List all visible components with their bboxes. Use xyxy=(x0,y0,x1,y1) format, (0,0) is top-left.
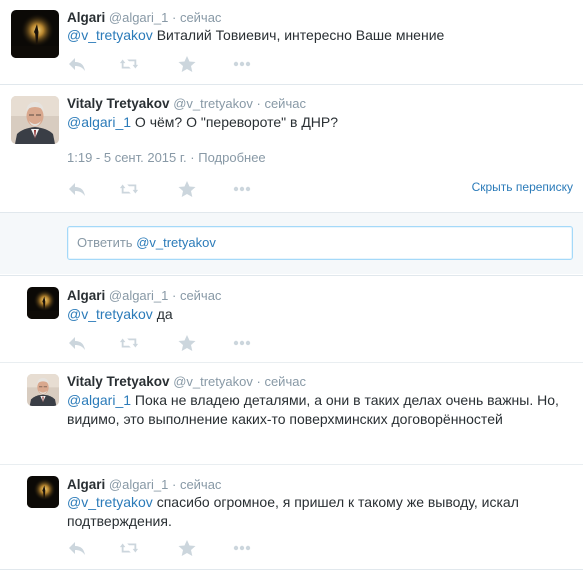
fullname[interactable]: Algari xyxy=(67,10,105,25)
mention-link[interactable]: @v_tretyakov xyxy=(67,306,153,322)
tweet-tretyakov-1[interactable]: Vitaly Tretyakov @v_tretyakov · сейчас @… xyxy=(0,85,583,212)
reply-icon[interactable] xyxy=(67,334,87,352)
timestamp[interactable]: сейчас xyxy=(264,374,306,389)
screen-name[interactable]: @algari_1 xyxy=(109,288,168,303)
fullname[interactable]: Algari xyxy=(67,477,105,492)
tweet-text: @algari_1 О чём? О "перевороте" в ДНР? xyxy=(67,113,338,132)
avatar[interactable] xyxy=(11,10,59,58)
favorite-icon[interactable] xyxy=(177,55,197,73)
avatar[interactable] xyxy=(27,476,59,508)
reply-icon[interactable] xyxy=(67,55,87,73)
tweet-meta: 1:19 - 5 сент. 2015 г. · Подробнее xyxy=(67,150,266,165)
tweet-body: Виталий Товиевич, интересно Ваше мнение xyxy=(152,27,445,43)
fullname[interactable]: Vitaly Tretyakov xyxy=(67,374,170,389)
tweet-actions xyxy=(67,55,267,73)
reply-tretyakov-1[interactable]: Vitaly Tretyakov @v_tretyakov · сейчас @… xyxy=(0,363,583,464)
screen-name[interactable]: @v_tretyakov xyxy=(173,96,253,111)
separator: · xyxy=(171,477,177,492)
tweet-body: О чём? О "перевороте" в ДНР? xyxy=(131,114,339,130)
hide-conversation-link[interactable]: Скрыть переписку xyxy=(472,180,573,194)
more-icon[interactable] xyxy=(232,539,252,557)
retweet-icon[interactable] xyxy=(119,539,139,557)
separator: · xyxy=(256,374,261,389)
tweet-header: Vitaly Tretyakov @v_tretyakov · сейчас xyxy=(67,374,306,390)
screen-name[interactable]: @v_tretyakov xyxy=(173,374,253,389)
mention-link[interactable]: @v_tretyakov xyxy=(67,27,153,43)
avatar[interactable] xyxy=(11,96,59,144)
retweet-icon[interactable] xyxy=(119,55,139,73)
timestamp[interactable]: сейчас xyxy=(180,477,222,492)
tweet-datetime: 1:19 - 5 сент. 2015 г. xyxy=(67,150,187,165)
fullname[interactable]: Vitaly Tretyakov xyxy=(67,96,170,111)
avatar[interactable] xyxy=(27,374,59,406)
tweet-header: Algari @algari_1 · сейчас xyxy=(67,288,221,304)
tweet-text: @v_tretyakov да xyxy=(67,305,173,324)
tweet-text: @v_tretyakov спасибо огромное, я пришел … xyxy=(67,493,577,531)
tweet-header: Algari @algari_1 · сейчас xyxy=(67,10,221,26)
favorite-icon[interactable] xyxy=(177,539,197,557)
retweet-icon[interactable] xyxy=(119,180,139,198)
tweet-body: да xyxy=(152,306,173,322)
tweet-text: @algari_1 Пока не владею деталями, а они… xyxy=(67,391,577,429)
separator: · xyxy=(256,96,261,111)
separator: · xyxy=(171,10,177,25)
tweet-body-line1: Пока не владею деталями, а они в таких д… xyxy=(131,392,559,408)
more-icon[interactable] xyxy=(232,180,252,198)
tweet-algari-1[interactable]: Algari @algari_1 · сейчас @v_tretyakov В… xyxy=(0,0,583,84)
reply-icon[interactable] xyxy=(67,539,87,557)
timestamp[interactable]: сейчас xyxy=(264,96,306,111)
reply-input[interactable]: Ответить @v_tretyakov xyxy=(67,226,573,260)
more-icon[interactable] xyxy=(232,55,252,73)
tweet-header: Algari @algari_1 · сейчас xyxy=(67,477,221,493)
avatar[interactable] xyxy=(27,287,59,319)
reply-icon[interactable] xyxy=(67,180,87,198)
favorite-icon[interactable] xyxy=(177,334,197,352)
timestamp[interactable]: сейчас xyxy=(180,10,222,25)
reply-algari-1[interactable]: Algari @algari_1 · сейчас @v_tretyakov д… xyxy=(0,276,583,362)
divider xyxy=(0,212,583,213)
tweet-body-line2: подтверждения. xyxy=(67,513,172,529)
mention-link[interactable]: @v_tretyakov xyxy=(67,494,153,510)
details-link[interactable]: Подробнее xyxy=(198,150,265,165)
tweet-actions xyxy=(67,539,267,557)
retweet-icon[interactable] xyxy=(119,334,139,352)
mention-link[interactable]: @algari_1 xyxy=(67,392,131,408)
tweet-body-line1: спасибо огромное, я пришел к такому же в… xyxy=(152,494,519,510)
tweet-actions xyxy=(67,334,267,352)
screen-name[interactable]: @algari_1 xyxy=(109,10,168,25)
tweet-actions xyxy=(67,180,267,198)
fullname[interactable]: Algari xyxy=(67,288,105,303)
divider xyxy=(0,569,583,570)
timestamp[interactable]: сейчас xyxy=(180,288,222,303)
separator: · xyxy=(190,150,195,165)
reply-placeholder: Ответить @v_tretyakov xyxy=(77,235,216,250)
tweet-header: Vitaly Tretyakov @v_tretyakov · сейчас xyxy=(67,96,306,112)
tweet-body-line2: видимо, это выполнение каких-то поверхми… xyxy=(67,411,503,427)
separator: · xyxy=(171,288,177,303)
mention-link[interactable]: @algari_1 xyxy=(67,114,131,130)
favorite-icon[interactable] xyxy=(177,180,197,198)
more-icon[interactable] xyxy=(232,334,252,352)
screen-name[interactable]: @algari_1 xyxy=(109,477,168,492)
tweet-text: @v_tretyakov Виталий Товиевич, интересно… xyxy=(67,26,444,45)
reply-algari-2[interactable]: Algari @algari_1 · сейчас @v_tretyakov с… xyxy=(0,465,583,571)
